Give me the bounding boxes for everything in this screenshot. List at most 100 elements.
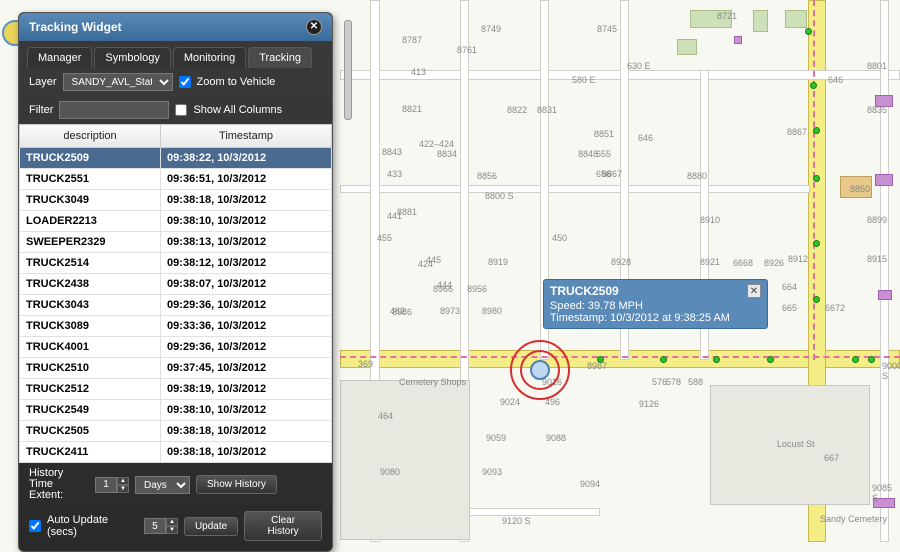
table-row[interactable]: TRUCK400109:29:36, 10/3/2012 <box>20 337 332 358</box>
filter-input[interactable] <box>59 101 169 119</box>
cell-description: TRUCK3089 <box>20 316 161 337</box>
cell-timestamp: 09:38:10, 10/3/2012 <box>161 400 332 421</box>
table-row[interactable]: TRUCK250509:38:18, 10/3/2012 <box>20 421 332 442</box>
map-label: 8761 <box>455 44 479 56</box>
track-dot <box>813 296 820 303</box>
layer-select[interactable]: SANDY_AVL_StatePl... <box>63 73 173 91</box>
gray-lot <box>340 380 470 540</box>
map-label: 8831 <box>535 104 559 116</box>
table-row[interactable]: TRUCK241109:38:18, 10/3/2012 <box>20 442 332 463</box>
table-row[interactable]: TRUCK250909:38:22, 10/3/2012 <box>20 148 332 169</box>
map-label: 8921 <box>698 256 722 268</box>
map-label: 9094 <box>578 478 602 490</box>
map-label: 8822 <box>505 104 529 116</box>
chevron-down-icon[interactable]: ▼ <box>166 526 178 534</box>
purple-bldg <box>875 174 893 186</box>
map-label: 630 E <box>625 60 653 72</box>
map-label: 8986 <box>390 306 414 318</box>
col-timestamp[interactable]: Timestamp <box>161 125 332 148</box>
history-value-stepper[interactable]: ▲▼ <box>95 477 129 493</box>
auto-update-label: Auto Update (secs) <box>47 514 138 538</box>
vehicle-marker[interactable] <box>510 340 570 400</box>
track-dot <box>852 356 859 363</box>
map-label: 8856 <box>475 170 499 182</box>
chevron-up-icon[interactable]: ▲ <box>166 518 178 526</box>
map-label: 8966 <box>431 283 455 295</box>
map-label: 8928 <box>609 256 633 268</box>
zoom-slider[interactable] <box>344 20 352 120</box>
auto-update-value[interactable] <box>144 518 166 534</box>
map-label: 9088 <box>544 432 568 444</box>
map-label: 6668 <box>731 257 755 269</box>
show-all-checkbox[interactable] <box>175 104 187 116</box>
zoom-checkbox[interactable] <box>179 76 191 88</box>
popup-timestamp: Timestamp: 10/3/2012 at 9:38:25 AM <box>550 312 761 324</box>
map-label: 9000 S <box>880 360 900 382</box>
popup-speed: Speed: 39.78 MPH <box>550 300 761 312</box>
col-description[interactable]: description <box>20 125 161 148</box>
map-label: 8912 <box>786 253 810 265</box>
table-row[interactable]: TRUCK304909:38:18, 10/3/2012 <box>20 190 332 211</box>
history-unit-select[interactable]: Days <box>135 476 190 494</box>
table-row[interactable]: TRUCK251409:38:12, 10/3/2012 <box>20 253 332 274</box>
tab-symbology[interactable]: Symbology <box>94 47 170 68</box>
road <box>340 185 810 193</box>
show-history-button[interactable]: Show History <box>196 475 277 494</box>
show-all-label: Show All Columns <box>193 104 282 116</box>
table-row[interactable]: TRUCK251209:38:19, 10/3/2012 <box>20 379 332 400</box>
map-label: 8787 <box>400 34 424 46</box>
cell-timestamp: 09:29:36, 10/3/2012 <box>161 295 332 316</box>
cell-timestamp: 09:38:18, 10/3/2012 <box>161 442 332 463</box>
map-label: 8821 <box>400 103 424 115</box>
map-label: 424 <box>416 258 435 270</box>
results-table: description Timestamp TRUCK250909:38:22,… <box>19 124 332 463</box>
close-icon[interactable]: ✕ <box>306 19 322 35</box>
cell-timestamp: 09:38:07, 10/3/2012 <box>161 274 332 295</box>
tab-tracking[interactable]: Tracking <box>248 47 312 68</box>
map-label: 8749 <box>479 23 503 35</box>
cell-timestamp: 09:29:36, 10/3/2012 <box>161 337 332 358</box>
chevron-down-icon[interactable]: ▼ <box>117 485 129 493</box>
table-row[interactable]: LOADER221309:38:10, 10/3/2012 <box>20 211 332 232</box>
purple-bldg <box>734 36 742 44</box>
tab-monitoring[interactable]: Monitoring <box>173 47 246 68</box>
history-value[interactable] <box>95 477 117 493</box>
map-label: 580 E <box>570 74 598 86</box>
auto-update-checkbox[interactable] <box>29 520 41 532</box>
table-row[interactable]: TRUCK255109:36:51, 10/3/2012 <box>20 169 332 190</box>
map-label: 369 <box>356 358 375 370</box>
table-row[interactable]: TRUCK251009:37:45, 10/3/2012 <box>20 358 332 379</box>
table-row[interactable]: TRUCK304309:29:36, 10/3/2012 <box>20 295 332 316</box>
map-label: 8910 <box>698 214 722 226</box>
green-plot <box>677 39 697 55</box>
map-label: 578 <box>664 376 683 388</box>
map-label: 8987 <box>585 360 609 372</box>
vehicle-popup: TRUCK2509 ✕ Speed: 39.78 MPH Timestamp: … <box>543 279 768 329</box>
table-row[interactable]: SWEEPER232909:38:13, 10/3/2012 <box>20 232 332 253</box>
green-plot <box>785 10 807 28</box>
track-dot <box>713 356 720 363</box>
update-button[interactable]: Update <box>184 517 238 536</box>
cell-description: TRUCK2549 <box>20 400 161 421</box>
close-icon[interactable]: ✕ <box>747 284 761 298</box>
chevron-up-icon[interactable]: ▲ <box>117 477 129 485</box>
road <box>880 0 889 542</box>
map-label: 9085 S <box>870 482 900 504</box>
cell-timestamp: 09:38:18, 10/3/2012 <box>161 421 332 442</box>
map-label: 8915 <box>865 253 889 265</box>
map-label: 6672 <box>823 302 847 314</box>
table-row[interactable]: TRUCK243809:38:07, 10/3/2012 <box>20 274 332 295</box>
map-label: 667 <box>822 452 841 464</box>
table-row[interactable]: TRUCK308909:33:36, 10/3/2012 <box>20 316 332 337</box>
tracking-widget: Tracking Widget ✕ ManagerSymbologyMonito… <box>18 12 333 552</box>
track-dot <box>813 127 820 134</box>
tab-manager[interactable]: Manager <box>27 47 92 68</box>
clear-history-button[interactable]: Clear History <box>244 511 322 541</box>
cell-timestamp: 09:38:19, 10/3/2012 <box>161 379 332 400</box>
widget-header[interactable]: Tracking Widget ✕ <box>19 13 332 41</box>
table-row[interactable]: TRUCK254909:38:10, 10/3/2012 <box>20 400 332 421</box>
cell-timestamp: 09:33:36, 10/3/2012 <box>161 316 332 337</box>
auto-update-stepper[interactable]: ▲▼ <box>144 518 178 534</box>
map-label: 8880 <box>685 170 709 182</box>
map-label: 8721 <box>715 10 739 22</box>
